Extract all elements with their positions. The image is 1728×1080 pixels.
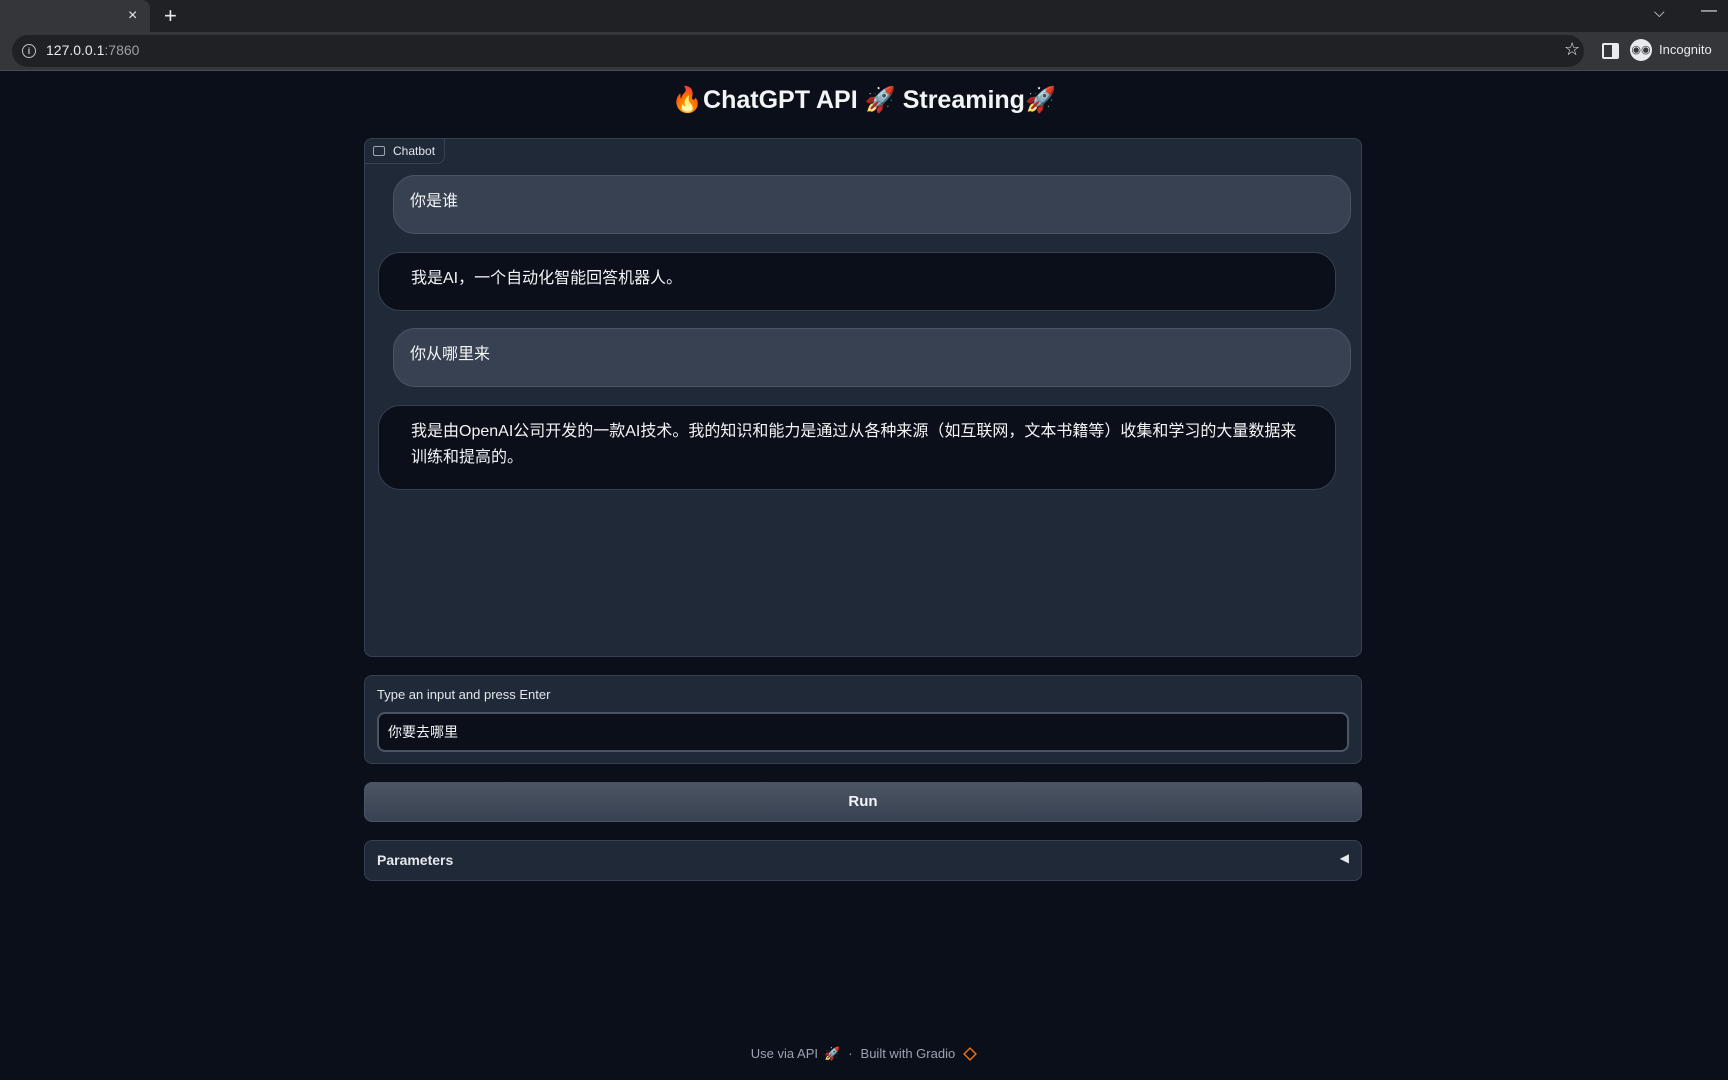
parameters-label: Parameters xyxy=(377,852,454,868)
browser-tab-bar: × + ⌵ — xyxy=(0,0,1728,32)
user-message: 你从哪里来 xyxy=(393,328,1351,387)
gradio-logo-icon xyxy=(963,1046,978,1061)
bookmark-star-icon[interactable]: ☆ xyxy=(1564,39,1580,60)
built-with-gradio-link[interactable]: Built with Gradio xyxy=(861,1046,956,1061)
chatbot-label: Chatbot xyxy=(365,139,446,164)
new-tab-button[interactable]: + xyxy=(164,3,177,29)
bot-message: 我是AI，一个自动化智能回答机器人。 xyxy=(378,252,1336,311)
incognito-label: Incognito xyxy=(1659,42,1712,57)
bot-message: 我是由OpenAI公司开发的一款AI技术。我的知识和能力是通过从各种来源（如互联… xyxy=(378,405,1336,490)
side-panel-icon[interactable] xyxy=(1602,43,1619,59)
chatbot-label-text: Chatbot xyxy=(393,144,436,158)
rocket-icon: 🚀 xyxy=(824,1045,841,1061)
url-text[interactable]: 127.0.0.1:7860 xyxy=(46,42,139,58)
chat-bubble-icon xyxy=(373,146,385,156)
collapse-arrow-icon[interactable]: ◀ xyxy=(1340,851,1349,865)
minimize-window-button[interactable]: — xyxy=(1701,2,1717,20)
page-title: 🔥ChatGPT API 🚀 Streaming🚀 xyxy=(671,86,1057,114)
input-label: Type an input and press Enter xyxy=(377,687,551,702)
use-api-link[interactable]: Use via API xyxy=(751,1046,818,1061)
user-message: 你是谁 xyxy=(393,175,1351,234)
browser-toolbar: i 127.0.0.1:7860 ☆ xyxy=(0,32,1728,71)
footer-separator: · xyxy=(848,1046,853,1062)
address-bar[interactable]: i 127.0.0.1:7860 ☆ xyxy=(12,35,1584,67)
site-info-icon[interactable]: i xyxy=(22,44,36,58)
message-input[interactable] xyxy=(377,712,1349,752)
tab-search-chevron-icon[interactable]: ⌵ xyxy=(1654,4,1665,21)
run-button[interactable]: Run xyxy=(364,782,1362,822)
incognito-icon: ◉◉ xyxy=(1630,39,1652,61)
chatbot-panel: Chatbot 你是谁 我是AI，一个自动化智能回答机器人。 你从哪里来 我是由… xyxy=(364,138,1362,657)
footer: Use via API 🚀 · Built with Gradio xyxy=(0,1045,1728,1062)
close-tab-icon[interactable]: × xyxy=(128,6,137,26)
url-port: :7860 xyxy=(104,42,140,58)
url-host: 127.0.0.1 xyxy=(46,42,105,58)
browser-tab[interactable]: × xyxy=(0,0,150,32)
parameters-accordion[interactable]: Parameters ◀ xyxy=(364,840,1362,881)
input-block: Type an input and press Enter xyxy=(364,675,1362,764)
